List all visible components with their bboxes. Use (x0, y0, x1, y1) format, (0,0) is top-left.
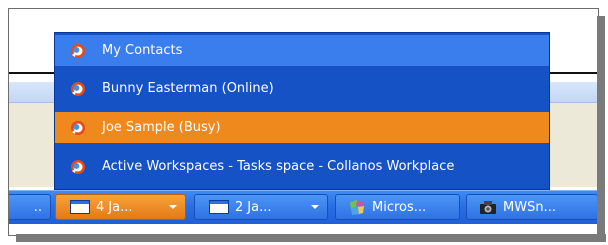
window-icon (70, 200, 90, 214)
menu-item-bunny-easterman[interactable]: Bunny Easterman (Online) (55, 73, 549, 104)
frame-shadow-right (597, 16, 605, 242)
window-icon (209, 200, 229, 214)
collanos-app-icon (70, 159, 86, 175)
menu-item-active-workspaces[interactable]: Active Workspaces - Tasks space - Collan… (55, 151, 549, 182)
taskbar-button-java-group-2[interactable]: 2 Ja... (194, 194, 328, 220)
taskbar-button-partial[interactable]: .. (9, 194, 51, 220)
taskbar-button-microsoft[interactable]: Micros... (335, 194, 460, 220)
collanos-app-icon (70, 120, 86, 136)
menu-item-label: Bunny Easterman (Online) (102, 81, 274, 96)
taskbar: .. 4 Ja... 2 Ja... Micros... MWSn... (9, 190, 598, 224)
chevron-down-icon (169, 205, 177, 209)
camera-icon (479, 198, 497, 216)
chevron-down-icon (311, 205, 319, 209)
taskbar-button-label: Ja... (108, 199, 133, 215)
menu-item-label: My Contacts (102, 43, 183, 58)
taskbar-group-menu: My Contacts Bunny Easterman (Online) Joe… (54, 32, 550, 190)
menu-item-joe-sample[interactable]: Joe Sample (Busy) (55, 112, 549, 143)
taskbar-button-count: 4 (96, 199, 105, 215)
menu-item-label: Active Workspaces - Tasks space - Collan… (102, 159, 455, 174)
frame-shadow-bottom (16, 234, 606, 242)
menu-item-my-contacts[interactable]: My Contacts (55, 35, 549, 66)
taskbar-button-label: MWSn... (503, 199, 556, 215)
menu-item-label: Joe Sample (Busy) (102, 120, 221, 135)
collanos-app-icon (70, 43, 86, 59)
collanos-app-icon (70, 81, 86, 97)
taskbar-button-java-group-4[interactable]: 4 Ja... (55, 194, 186, 220)
screenshot-frame: My Contacts Bunny Easterman (Online) Joe… (0, 0, 608, 245)
taskbar-button-mwsnap[interactable]: MWSn... (466, 194, 598, 220)
screen-area: My Contacts Bunny Easterman (Online) Joe… (8, 8, 599, 236)
taskbar-button-count: 2 (235, 199, 244, 215)
taskbar-button-label: .. (33, 199, 42, 215)
visual-studio-icon (348, 198, 366, 216)
taskbar-button-label: Micros... (372, 199, 427, 215)
taskbar-button-label: Ja... (247, 199, 272, 215)
